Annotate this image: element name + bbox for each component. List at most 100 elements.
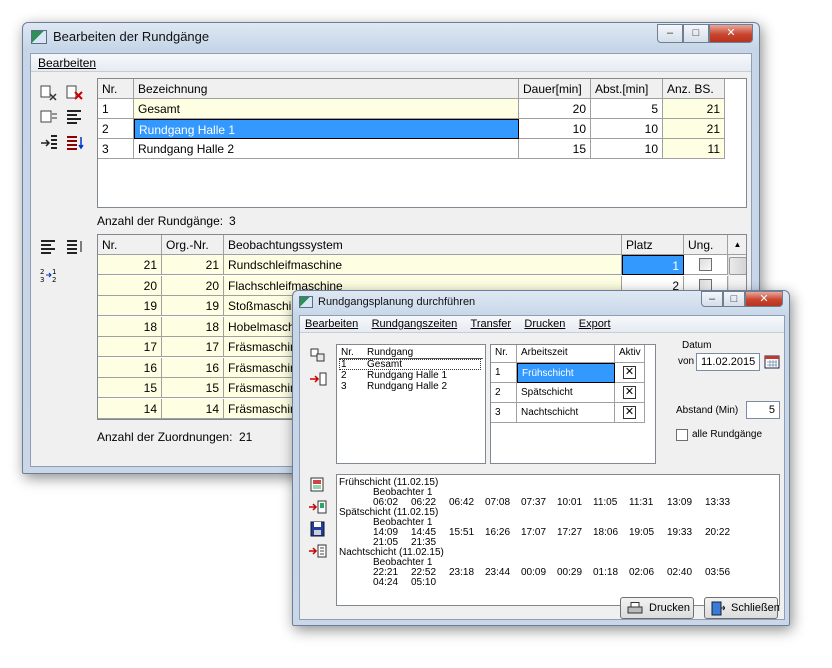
col-header-nr[interactable]: Nr. — [98, 235, 162, 255]
main-titlebar[interactable]: Bearbeiten der Rundgänge – □ ✕ — [23, 23, 759, 51]
schicht-row-nr[interactable]: 2 — [491, 383, 517, 403]
dialog-menu-rundgangszeiten[interactable]: Rundgangszeiten — [367, 316, 463, 330]
list-item[interactable]: Gesamt — [367, 359, 402, 370]
table-row-cell[interactable]: 16 — [98, 357, 162, 378]
list-item[interactable]: 1 — [341, 359, 347, 370]
table-row-cell[interactable]: 14 — [162, 398, 224, 419]
table-row-cell[interactable]: 20 — [98, 275, 162, 296]
sort-list-icon[interactable] — [65, 238, 85, 256]
table-row-cell[interactable]: 16 — [162, 357, 224, 378]
table-row-cell[interactable]: 15 — [98, 378, 162, 398]
table-row-cell[interactable]: 19 — [98, 296, 162, 316]
table-row-cell[interactable]: 10 — [591, 139, 663, 159]
menu-bearbeiten[interactable]: Bearbeiten — [31, 54, 102, 70]
table-row-cell[interactable]: 10 — [519, 119, 591, 139]
close-button[interactable]: ✕ — [709, 24, 753, 43]
cubes-icon[interactable] — [308, 346, 328, 364]
table-row-cell[interactable]: 15 — [162, 378, 224, 398]
dialog-menu-bearbeiten[interactable]: Bearbeiten — [300, 316, 363, 330]
aktiv-checkbox[interactable]: ✕ — [623, 406, 636, 419]
new-rundgang-icon[interactable] — [39, 84, 59, 102]
table-row-cell[interactable]: 19 — [162, 296, 224, 316]
schicht-header-arbeitszeit[interactable]: Arbeitszeit — [517, 345, 615, 363]
scrollbar-thumb[interactable] — [729, 257, 746, 275]
printer-plan-icon[interactable] — [308, 476, 328, 494]
save-icon[interactable] — [308, 520, 328, 538]
dialog-titlebar[interactable]: Rundgangsplanung durchführen – □ ✕ — [293, 291, 789, 313]
table-row-cell[interactable]: 20 — [519, 99, 591, 119]
schliessen-button[interactable]: Schließen — [704, 597, 780, 619]
table-row-cell[interactable]: 17 — [162, 337, 224, 357]
dialog-maximize-button[interactable]: □ — [723, 291, 745, 307]
abstand-input[interactable]: 5 — [746, 401, 780, 419]
export-icon[interactable] — [308, 542, 328, 560]
col-header-system[interactable]: Beobachtungssystem — [224, 235, 622, 255]
table-row-cell[interactable]: 10 — [591, 119, 663, 139]
table-row-cell[interactable]: 21 — [162, 255, 224, 275]
table-row-cell[interactable]: 1 — [622, 255, 684, 275]
col-header-abst[interactable]: Abst.[min] — [591, 79, 663, 99]
col-header-bezeichnung[interactable]: Bezeichnung — [134, 79, 519, 99]
schicht-row-name[interactable]: Spätschicht — [517, 383, 615, 403]
dialog-menu-drucken[interactable]: Drucken — [519, 316, 570, 330]
table-row-cell[interactable]: Gesamt — [134, 99, 519, 119]
align-icon[interactable] — [39, 238, 59, 256]
aktiv-checkbox[interactable]: ✕ — [623, 366, 636, 379]
list-item[interactable]: Rundgang Halle 1 — [367, 370, 447, 381]
table-row-cell[interactable]: 11 — [663, 139, 725, 159]
table-row-cell[interactable]: 21 — [663, 99, 725, 119]
col-header-platz[interactable]: Platz — [622, 235, 684, 255]
table-row-cell[interactable]: 21 — [663, 119, 725, 139]
ung-checkbox[interactable] — [699, 258, 712, 271]
drucken-button[interactable]: Drucken — [620, 597, 694, 619]
col-header-dauer[interactable]: Dauer[min] — [519, 79, 591, 99]
table-row-cell[interactable]: Rundgang Halle 2 — [134, 139, 519, 159]
schedule-output[interactable]: Frühschicht (11.02.15) Beobachter 1 06:02 0… — [336, 474, 780, 606]
col-header-orgnr[interactable]: Org.-Nr. — [162, 235, 224, 255]
schicht-row-name-selected[interactable]: Frühschicht — [517, 363, 615, 383]
calendar-icon[interactable] — [764, 354, 780, 370]
import-icon[interactable] — [308, 498, 328, 516]
insert-arrow-icon[interactable] — [39, 134, 59, 152]
datum-input[interactable]: 11.02.2015 — [696, 353, 760, 371]
scroll-up-button[interactable]: ▲ — [728, 235, 746, 255]
table-row-cell[interactable]: 2 — [98, 119, 134, 139]
edit-rundgang-icon[interactable] — [39, 108, 59, 126]
col-header-anz[interactable]: Anz. BS. — [663, 79, 725, 99]
dialog-minimize-button[interactable]: – — [701, 291, 723, 307]
table-row-cell[interactable]: 18 — [162, 316, 224, 337]
col-header-ung[interactable]: Ung. — [684, 235, 728, 255]
table-row-cell[interactable]: 17 — [98, 337, 162, 357]
maximize-button[interactable]: □ — [683, 24, 709, 43]
table-row-cell[interactable]: 1 — [98, 99, 134, 119]
schicht-header-aktiv[interactable]: Aktiv — [615, 345, 645, 363]
table-row-cell[interactable]: 20 — [162, 275, 224, 296]
table-row-cell[interactable]: 15 — [519, 139, 591, 159]
table-row-cell[interactable]: 21 — [98, 255, 162, 275]
aktiv-checkbox[interactable]: ✕ — [623, 386, 636, 399]
schicht-row-name[interactable]: Nachtschicht — [517, 403, 615, 423]
dialog-close-button[interactable]: ✕ — [745, 291, 783, 307]
transfer-icon[interactable] — [308, 370, 328, 388]
list-icon[interactable] — [65, 108, 85, 126]
table-row-cell[interactable]: 5 — [591, 99, 663, 119]
minimize-button[interactable]: – — [657, 24, 683, 43]
alle-rundgaenge-checkbox[interactable] — [676, 429, 688, 441]
table-row-cell[interactable]: Rundschleifmaschine — [224, 255, 622, 275]
table-row-cell[interactable]: 14 — [98, 398, 162, 419]
dialog-menu-transfer[interactable]: Transfer — [466, 316, 517, 330]
list-item[interactable]: Rundgang Halle 2 — [367, 381, 447, 392]
schicht-row-nr[interactable]: 3 — [491, 403, 517, 423]
list-item[interactable]: 3 — [341, 381, 347, 392]
schicht-header-nr[interactable]: Nr. — [491, 345, 517, 363]
dialog-menu-export[interactable]: Export — [574, 316, 616, 330]
list-item[interactable]: 2 — [341, 370, 347, 381]
table-row-cell-selected[interactable]: Rundgang Halle 1 — [134, 119, 519, 139]
table-row-cell[interactable]: 3 — [98, 139, 134, 159]
renumber-icon[interactable]: 2 3 1 2 — [39, 266, 59, 284]
col-header-nr[interactable]: Nr. — [98, 79, 134, 99]
sort-down-icon[interactable] — [65, 134, 85, 152]
table-row-cell[interactable]: 18 — [98, 316, 162, 337]
delete-rundgang-icon[interactable] — [65, 84, 85, 102]
schicht-row-nr[interactable]: 1 — [491, 363, 517, 383]
